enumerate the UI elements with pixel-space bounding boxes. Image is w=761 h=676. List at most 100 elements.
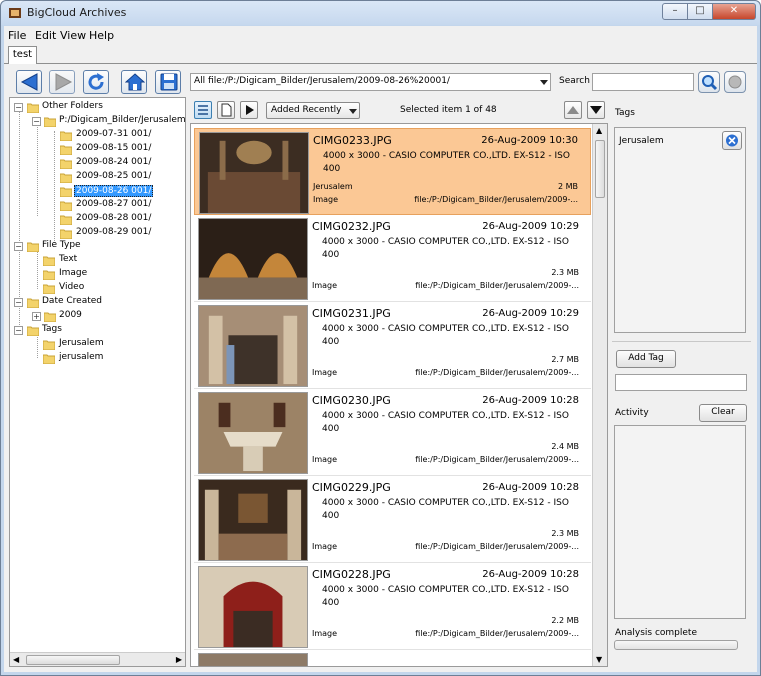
tree-item-date-folder[interactable]: 2009-08-28 001/ [10,212,185,226]
collapse-icon[interactable]: − [14,242,23,251]
tree-item-tag[interactable]: jerusalem [10,351,185,365]
scroll-thumb[interactable] [595,140,605,198]
list-item[interactable]: CIMG0230.JPG 26-Aug-2009 10:28 4000 x 30… [194,389,591,476]
menu-help[interactable]: Help [89,29,114,42]
search-button[interactable] [698,71,720,93]
play-button[interactable] [240,101,258,119]
stop-button[interactable] [724,71,746,93]
document-view-button[interactable] [217,101,235,119]
menu-file[interactable]: File [8,29,26,42]
tree-item-other-folders[interactable]: − Other Folders [10,100,185,114]
scroll-down-icon[interactable]: ▼ [596,655,602,664]
file-path: file:/P:/Digicam_Bilder/Jerusalem/2009-.… [415,281,579,290]
tree-label: Date Created [42,296,102,306]
collapse-icon[interactable]: − [14,326,23,335]
new-tag-input[interactable] [615,374,747,391]
folder-icon [60,187,72,197]
list-view-button[interactable] [194,101,212,119]
tree-item-date-folder[interactable]: 2009-08-29 001/ [10,226,185,240]
sort-value: Added Recently [271,105,342,115]
tree-item-video[interactable]: Video [10,281,185,295]
menu-view[interactable]: View [60,29,86,42]
folder-icon [27,242,39,252]
tree-item-file-type[interactable]: − File Type [10,239,185,253]
tree-item-text[interactable]: Text [10,253,185,267]
details-panel: Tags Jerusalem Add Tag Activity Clear An… [612,97,757,667]
file-name: CIMG0228.JPG [312,568,391,581]
back-button[interactable] [16,70,42,94]
divider [612,341,751,342]
tree-label: 2009 [59,310,82,320]
close-button[interactable]: ✕ [712,3,756,20]
scroll-right-icon[interactable]: ▶ [176,655,182,664]
menu-edit[interactable]: Edit [35,29,56,42]
minimize-button[interactable]: – [662,3,688,20]
title-bar[interactable]: BigCloud Archives – □ ✕ [1,1,760,25]
tree-item-date-created[interactable]: − Date Created [10,295,185,309]
scroll-left-icon[interactable]: ◀ [13,655,19,664]
activity-label: Activity [615,408,649,418]
tree-item-date-folder[interactable]: 2009-08-25 001/ [10,170,185,184]
home-button[interactable] [121,70,147,94]
file-date: 26-Aug-2009 10:29 [482,308,579,319]
file-date: 26-Aug-2009 10:28 [482,482,579,493]
tree-label: 2009-08-15 001/ [76,143,152,153]
activity-log [614,425,746,619]
tree-item-date-folder[interactable]: 2009-08-15 001/ [10,142,185,156]
tree-item-date-folder[interactable]: 2009-08-24 001/ [10,156,185,170]
save-button[interactable] [155,70,181,94]
tree-item-image[interactable]: Image [10,267,185,281]
add-tag-button[interactable]: Add Tag [616,350,676,368]
file-type: Image [312,455,338,464]
next-item-button[interactable] [587,101,605,119]
list-item[interactable]: CIMG0231.JPG 26-Aug-2009 10:29 4000 x 30… [194,302,591,389]
list-item[interactable]: CIMG0228.JPG 26-Aug-2009 10:28 4000 x 30… [194,563,591,650]
tree-item-year[interactable]: + 2009 [10,309,185,323]
collapse-icon[interactable]: − [32,117,41,126]
tree-label: Jerusalem [59,338,104,348]
file-size: 2.3 MB [551,268,579,277]
folder-icon [43,340,55,350]
thumbnail-image [198,566,308,648]
tab-test[interactable]: test [8,46,37,64]
window-title: BigCloud Archives [27,6,127,19]
clear-button[interactable]: Clear [699,404,747,422]
list-item[interactable] [194,650,591,666]
sort-dropdown[interactable]: Added Recently [266,102,360,119]
tree-horizontal-scrollbar[interactable]: ◀ ▶ [10,652,185,666]
tree-item-date-folder-selected[interactable]: 2009-08-26 001/ [10,184,185,198]
forward-button[interactable] [49,70,75,94]
tree-item-date-folder[interactable]: 2009-07-31 001/ [10,128,185,142]
file-metadata: 4000 x 3000 - CASIO COMPUTER CO.,LTD. EX… [322,585,569,608]
tree-label: 2009-08-29 001/ [76,227,152,237]
tree-item-tag[interactable]: Jerusalem [10,337,185,351]
stop-icon [728,75,742,89]
tree-item-date-folder[interactable]: 2009-08-27 001/ [10,198,185,212]
file-date: 26-Aug-2009 10:30 [481,135,578,146]
home-icon [125,73,145,91]
file-metadata: 4000 x 3000 - CASIO COMPUTER CO.,LTD. EX… [322,411,569,434]
tree-item-root-path[interactable]: − P:/Digicam_Bilder/Jerusalem/ [10,114,185,128]
path-dropdown[interactable]: All file:/P:/Digicam_Bilder/Jerusalem/20… [190,73,551,91]
file-metadata: 4000 x 3000 - CASIO COMPUTER CO.,LTD. EX… [322,237,569,260]
list-vertical-scrollbar[interactable]: ▲ ▼ [592,124,607,666]
folder-icon [44,312,56,322]
maximize-button[interactable]: □ [687,3,713,20]
search-input[interactable] [592,73,694,91]
collapse-icon[interactable]: − [14,103,23,112]
path-value: All file:/P:/Digicam_Bilder/Jerusalem/20… [194,76,450,86]
minimize-icon: – [672,5,678,16]
close-icon [726,134,738,147]
expand-icon[interactable]: + [32,312,41,321]
tree-item-tags[interactable]: − Tags [10,323,185,337]
triangle-down-icon [590,106,602,114]
list-item[interactable]: CIMG0229.JPG 26-Aug-2009 10:28 4000 x 30… [194,476,591,563]
list-item[interactable]: CIMG0233.JPG 26-Aug-2009 10:30 4000 x 30… [194,128,591,215]
refresh-button[interactable] [83,70,109,94]
remove-tag-button[interactable] [722,131,742,150]
scroll-thumb[interactable] [26,655,120,665]
collapse-icon[interactable]: − [14,298,23,307]
list-item[interactable]: CIMG0232.JPG 26-Aug-2009 10:29 4000 x 30… [194,215,591,302]
previous-item-button[interactable] [564,101,582,119]
scroll-up-icon[interactable]: ▲ [596,126,602,135]
